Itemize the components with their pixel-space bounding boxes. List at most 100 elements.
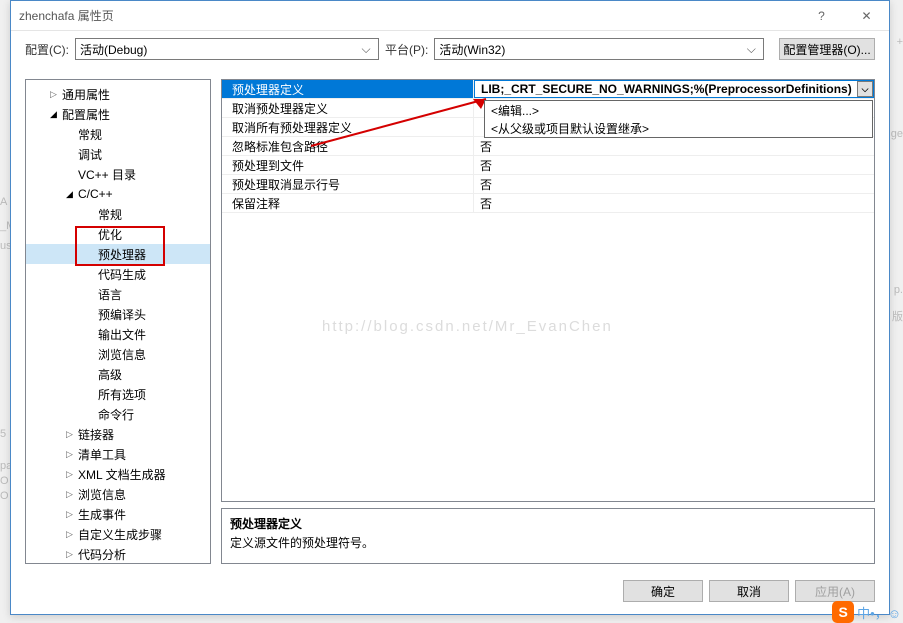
tree-item[interactable]: 代码生成 (26, 264, 210, 284)
tree-item[interactable]: ▷代码分析 (26, 544, 210, 564)
config-label: 配置(C): (25, 41, 69, 58)
expand-icon: ▷ (66, 529, 76, 540)
tree-item[interactable]: 调试 (26, 144, 210, 164)
expand-icon: ▷ (66, 489, 76, 500)
watermark: http://blog.csdn.net/Mr_EvanChen (322, 318, 613, 335)
tree-label: 清单工具 (78, 446, 126, 463)
grid-label: 预处理到文件 (222, 156, 474, 174)
tree-label: 浏览信息 (78, 486, 126, 503)
expand-icon: ▷ (50, 89, 60, 100)
nav-tree[interactable]: ▷通用属性◢配置属性常规调试VC++ 目录◢C/C++常规优化预处理器代码生成语… (25, 79, 211, 564)
tree-item[interactable]: ▷浏览信息 (26, 484, 210, 504)
tree-item[interactable]: 高级 (26, 364, 210, 384)
tree-item[interactable]: 常规 (26, 124, 210, 144)
grid-label: 预处理器定义 (222, 80, 474, 98)
grid-label: 取消所有预处理器定义 (222, 118, 474, 136)
grid-value[interactable]: LIB;_CRT_SECURE_NO_WARNINGS;%(Preprocess… (474, 80, 874, 98)
tree-label: 代码生成 (98, 266, 146, 283)
grid-label: 忽略标准包含路径 (222, 137, 474, 155)
tree-item[interactable]: 优化 (26, 224, 210, 244)
dropdown-popup: <编辑...><从父级或项目默认设置继承> (484, 100, 873, 138)
platform-combo[interactable]: 活动(Win32) ⌵ (434, 38, 764, 60)
tree-item[interactable]: ▷链接器 (26, 424, 210, 444)
grid-row[interactable]: 预处理取消显示行号否 (222, 175, 874, 194)
tree-item[interactable]: 所有选项 (26, 384, 210, 404)
help-button[interactable]: ? (799, 1, 844, 30)
grid-row[interactable]: 预处理器定义LIB;_CRT_SECURE_NO_WARNINGS;%(Prep… (222, 80, 874, 99)
config-combo[interactable]: 活动(Debug) ⌵ (75, 38, 379, 60)
tree-item[interactable]: 语言 (26, 284, 210, 304)
tree-item[interactable]: ▷自定义生成步骤 (26, 524, 210, 544)
tree-label: 预编译头 (98, 306, 146, 323)
cancel-button[interactable]: 取消 (709, 580, 789, 602)
platform-label: 平台(P): (385, 41, 428, 58)
expand-icon: ▷ (66, 469, 76, 480)
close-button[interactable]: ✕ (844, 1, 889, 30)
tree-item[interactable]: 输出文件 (26, 324, 210, 344)
expand-icon: ◢ (50, 109, 60, 120)
tree-item[interactable]: 命令行 (26, 404, 210, 424)
window-title: zhenchafa 属性页 (19, 7, 799, 24)
expand-icon: ▷ (66, 509, 76, 520)
grid-label: 取消预处理器定义 (222, 99, 474, 117)
tree-label: 通用属性 (62, 86, 110, 103)
config-row: 配置(C): 活动(Debug) ⌵ 平台(P): 活动(Win32) ⌵ 配置… (11, 31, 889, 67)
tree-label: 预处理器 (98, 246, 146, 263)
tree-label: 代码分析 (78, 546, 126, 563)
tree-item[interactable]: ◢配置属性 (26, 104, 210, 124)
expand-icon: ◢ (66, 189, 76, 200)
tree-item[interactable]: 预编译头 (26, 304, 210, 324)
grid-row[interactable]: 预处理到文件否 (222, 156, 874, 175)
tree-label: 高级 (98, 366, 122, 383)
tree-label: 优化 (98, 226, 122, 243)
ok-button[interactable]: 确定 (623, 580, 703, 602)
config-manager-button[interactable]: 配置管理器(O)... (779, 38, 875, 60)
tree-label: C/C++ (78, 187, 113, 201)
property-grid: http://blog.csdn.net/Mr_EvanChen 预处理器定义L… (221, 79, 875, 502)
property-dialog: zhenchafa 属性页 ? ✕ 配置(C): 活动(Debug) ⌵ 平台(… (10, 0, 890, 615)
tree-label: 调试 (78, 146, 102, 163)
expand-icon: ▷ (66, 449, 76, 460)
platform-value: 活动(Win32) (439, 41, 743, 58)
tree-label: 浏览信息 (98, 346, 146, 363)
tree-label: 常规 (98, 206, 122, 223)
description-text: 定义源文件的预处理符号。 (230, 534, 866, 551)
tree-label: 命令行 (98, 406, 134, 423)
ime-indicator: S 中•，☺ (832, 601, 901, 623)
dropdown-button[interactable]: ⌵ (857, 81, 873, 97)
tree-item[interactable]: ▷生成事件 (26, 504, 210, 524)
tree-label: 配置属性 (62, 106, 110, 123)
tree-item[interactable]: ▷XML 文档生成器 (26, 464, 210, 484)
tree-label: 生成事件 (78, 506, 126, 523)
tree-label: 自定义生成步骤 (78, 526, 162, 543)
expand-icon: ▷ (66, 429, 76, 440)
grid-value[interactable]: 否 (474, 156, 874, 174)
tree-item[interactable]: 预处理器 (26, 244, 210, 264)
dropdown-item[interactable]: <从父级或项目默认设置继承> (485, 119, 872, 137)
grid-value[interactable]: 否 (474, 175, 874, 193)
tree-item[interactable]: 浏览信息 (26, 344, 210, 364)
expand-icon: ▷ (66, 549, 76, 560)
dropdown-item[interactable]: <编辑...> (485, 101, 872, 119)
grid-row[interactable]: 忽略标准包含路径否 (222, 137, 874, 156)
grid-value[interactable]: 否 (474, 194, 874, 212)
tree-item[interactable]: ▷通用属性 (26, 84, 210, 104)
ime-text: 中•，☺ (857, 603, 901, 622)
grid-row[interactable]: 保留注释否 (222, 194, 874, 213)
tree-label: VC++ 目录 (78, 166, 136, 183)
tree-label: 所有选项 (98, 386, 146, 403)
chevron-down-icon: ⌵ (743, 42, 759, 57)
tree-label: 语言 (98, 286, 122, 303)
tree-item[interactable]: VC++ 目录 (26, 164, 210, 184)
tree-item[interactable]: 常规 (26, 204, 210, 224)
titlebar: zhenchafa 属性页 ? ✕ (11, 1, 889, 31)
tree-label: 输出文件 (98, 326, 146, 343)
tree-item[interactable]: ▷清单工具 (26, 444, 210, 464)
tree-item[interactable]: ◢C/C++ (26, 184, 210, 204)
tree-label: 链接器 (78, 426, 114, 443)
description-header: 预处理器定义 (230, 515, 866, 532)
apply-button[interactable]: 应用(A) (795, 580, 875, 602)
grid-value[interactable]: 否 (474, 137, 874, 155)
sogou-icon[interactable]: S (832, 601, 854, 623)
dialog-footer: 确定 取消 应用(A) (11, 580, 875, 602)
